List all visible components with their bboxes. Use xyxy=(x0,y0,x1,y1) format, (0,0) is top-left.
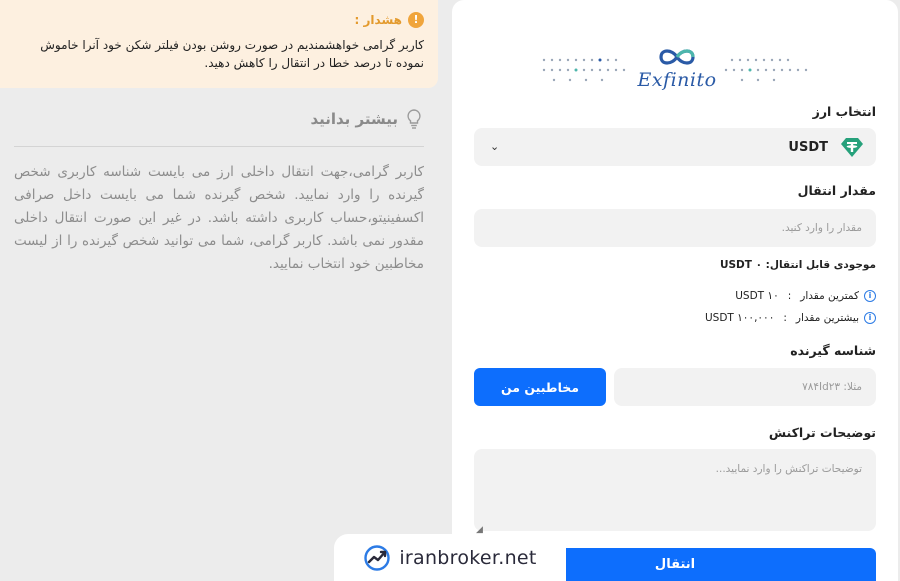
description-label: توضیحات تراکنش xyxy=(768,425,876,440)
my-contacts-button[interactable]: مخاطبین من xyxy=(474,368,606,406)
decorative-dots-icon xyxy=(542,58,626,82)
info-icon: i xyxy=(864,290,876,302)
description-placeholder: توضیحات تراکنش را وارد نمایید... xyxy=(715,463,862,475)
warning-title: هشدار : xyxy=(354,13,402,27)
max-limit-row: i بیشترین مقدار : USDT ۱۰۰,۰۰۰ xyxy=(705,312,876,324)
learn-more-text: کاربر گرامی،جهت انتقال داخلی ارز می بایس… xyxy=(14,164,424,272)
tether-icon xyxy=(841,138,863,157)
max-limit-value: USDT ۱۰۰,۰۰۰ xyxy=(704,312,775,324)
logo-area: Exfinito xyxy=(452,40,898,102)
min-limit-label: کمترین مقدار xyxy=(800,290,859,302)
learn-more-section: بیشتر بدانید کاربر گرامی،جهت انتقال داخل… xyxy=(0,100,438,276)
currency-label: انتخاب ارز xyxy=(812,104,876,119)
description-textarea[interactable]: توضیحات تراکنش را وارد نمایید... ◢ xyxy=(474,449,876,535)
info-icon: i xyxy=(864,312,876,324)
trend-chart-logo-icon xyxy=(364,544,391,571)
min-limit-row: i کمترین مقدار : USDT ۱۰ xyxy=(735,290,876,302)
watermark-text: iranbroker.net xyxy=(399,546,537,569)
chevron-down-icon: ⌄ xyxy=(490,140,500,153)
watermark: iranbroker.net xyxy=(334,534,566,581)
available-balance: موجودی قابل انتقال: ۰ USDT xyxy=(719,259,876,271)
warning-box: ! هشدار : کاربر گرامی خواهشمندیم در صورت… xyxy=(0,0,438,88)
receiver-id-input[interactable]: مثلا: ۷۸۴Id۲۳ xyxy=(614,368,876,406)
amount-label: مقدار انتقال xyxy=(797,183,876,198)
receiver-row: مثلا: ۷۸۴Id۲۳ مخاطبین من xyxy=(474,368,876,406)
learn-more-title: بیشتر بدانید xyxy=(310,110,398,128)
currency-value: USDT xyxy=(788,139,828,155)
divider xyxy=(14,146,424,147)
brand-name: Exfinito xyxy=(637,69,717,91)
learn-more-header: بیشتر بدانید xyxy=(14,100,424,130)
transfer-panel: Exfinito انتخاب ارز USDT ⌄ مقدار انتقال … xyxy=(452,0,898,581)
decorative-dots-icon xyxy=(724,58,808,82)
limit-separator: : xyxy=(787,290,792,302)
receiver-label: شناسه گیرنده xyxy=(790,343,876,358)
limit-separator: : xyxy=(783,312,787,324)
amount-input[interactable]: مقدار را وارد کنید. xyxy=(474,209,876,247)
infinity-logo-icon xyxy=(659,49,695,65)
warning-text: کاربر گرامی خواهشمندیم در صورت روشن بودن… xyxy=(40,38,424,70)
currency-select[interactable]: USDT ⌄ xyxy=(474,128,876,166)
min-limit-value: USDT ۱۰ xyxy=(735,290,779,302)
warning-icon: ! xyxy=(408,12,424,28)
warning-header: ! هشدار : xyxy=(12,12,424,28)
amount-placeholder: مقدار را وارد کنید. xyxy=(781,222,862,234)
max-limit-label: بیشترین مقدار xyxy=(795,312,859,324)
exfinito-logo: Exfinito xyxy=(632,45,722,100)
receiver-placeholder: مثلا: ۷۸۴Id۲۳ xyxy=(802,381,862,393)
lightbulb-icon xyxy=(407,109,421,129)
